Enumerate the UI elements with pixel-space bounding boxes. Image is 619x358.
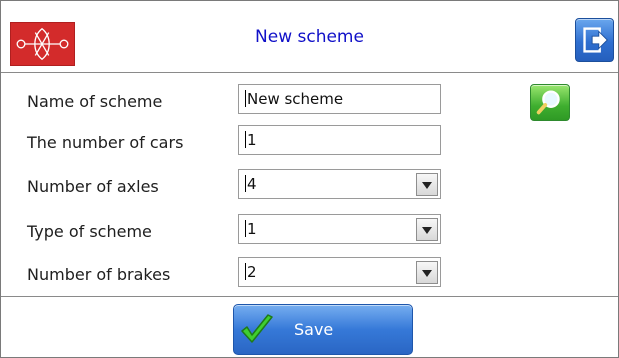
magnifier-icon <box>536 90 560 115</box>
number-of-cars-input[interactable]: 1 <box>238 125 441 155</box>
number-of-brakes-select[interactable]: 2 <box>238 257 441 287</box>
number-of-brakes-value: 2 <box>247 263 257 281</box>
text-caret <box>245 90 246 107</box>
page-title: New scheme <box>255 27 364 47</box>
type-of-scheme-value: 1 <box>247 220 257 238</box>
scheme-name-input[interactable]: New scheme <box>238 84 441 114</box>
number-of-cars-label: The number of cars <box>27 133 184 152</box>
save-button-label: Save <box>294 320 334 339</box>
scheme-name-label: Name of scheme <box>27 92 163 111</box>
type-of-scheme-label: Type of scheme <box>27 222 152 241</box>
text-caret <box>245 131 246 148</box>
form-row-number-of-brakes: Number of brakes 2 <box>1 257 618 293</box>
chevron-down-icon[interactable] <box>416 173 438 196</box>
footer-bar: Save <box>1 296 618 357</box>
header-bar: New scheme <box>1 1 618 73</box>
scheme-name-value: New scheme <box>247 90 344 108</box>
text-caret <box>245 175 246 192</box>
number-of-cars-value: 1 <box>247 131 257 149</box>
chevron-down-icon[interactable] <box>416 218 438 241</box>
number-of-axles-value: 4 <box>247 175 257 193</box>
exit-button[interactable] <box>575 18 614 62</box>
text-caret <box>245 263 246 280</box>
form-row-number-of-cars: The number of cars 1 <box>1 125 618 161</box>
search-button[interactable] <box>530 84 570 121</box>
type-of-scheme-select[interactable]: 1 <box>238 214 441 244</box>
form-row-scheme-name: Name of scheme New scheme <box>1 84 618 120</box>
app-window: New scheme Name of scheme New scheme The… <box>0 0 619 358</box>
number-of-axles-label: Number of axles <box>27 177 159 196</box>
text-caret <box>245 220 246 237</box>
exit-icon <box>583 27 608 53</box>
checkmark-icon <box>241 314 273 343</box>
form-row-number-of-axles: Number of axles 4 <box>1 169 618 205</box>
chevron-down-icon[interactable] <box>416 261 438 284</box>
form-row-type-of-scheme: Type of scheme 1 <box>1 214 618 250</box>
number-of-axles-select[interactable]: 4 <box>238 169 441 199</box>
save-button[interactable]: Save <box>233 304 413 355</box>
number-of-brakes-label: Number of brakes <box>27 265 171 284</box>
